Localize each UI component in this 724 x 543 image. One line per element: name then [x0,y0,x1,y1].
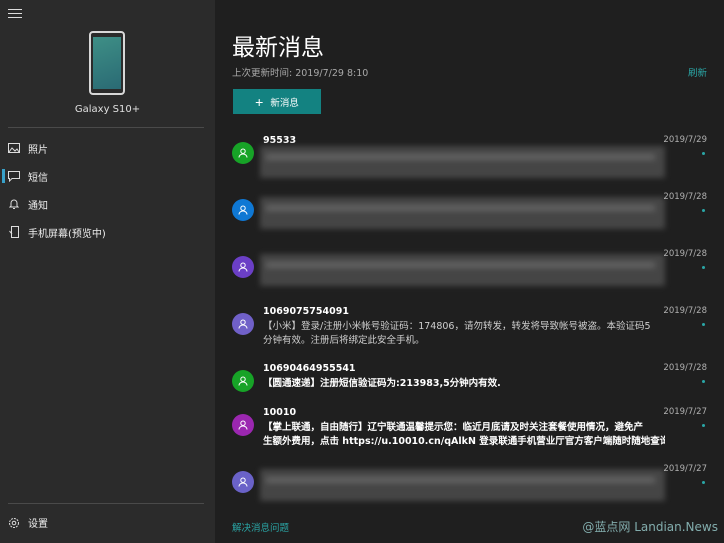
unread-dot [702,424,705,427]
page-title: 最新消息 [232,35,324,61]
troubleshoot-link[interactable]: 解决消息问题 [232,520,289,534]
sidebar: Galaxy S10+ 照片 短信 通知 手机屏幕(预览中) 设置 [0,0,215,543]
message-icon [8,170,20,182]
nav-item-photos[interactable]: 照片 [0,136,215,160]
preview-line: 生额外费用，点击 https://u.10010.cn/qAlkN 登录联通手机… [263,436,665,447]
phone-screen-icon [8,226,20,238]
conversation-item[interactable]: 1069075754091 【小米】登录/注册小米帐号验证码：174806，请勿转… [215,306,724,367]
nav-item-label: 通知 [28,200,48,212]
conversation-preview: 【小米】登录/注册小米帐号验证码：174806，请勿转发，转发将导致帐号被盗。本… [263,320,665,348]
conversation-date: 2019/7/27 [663,407,707,417]
conversation-date: 2019/7/27 [663,464,707,474]
conversation-item[interactable]: 2019/7/27 [215,464,724,525]
conversation-item[interactable]: 2019/7/28 [215,249,724,310]
bell-icon [8,198,20,210]
nav-item-label: 手机屏幕(预览中) [28,228,106,240]
avatar-person-icon [232,313,254,335]
conversation-date: 2019/7/28 [663,192,707,202]
new-message-label: 新消息 [270,97,299,109]
nav-item-notifications[interactable]: 通知 [0,192,215,216]
avatar-person-icon [232,414,254,436]
blurred-preview [260,254,665,286]
unread-dot [702,152,705,155]
blurred-preview [260,469,665,501]
preview-line: 【小米】登录/注册小米帐号验证码：174806，请勿转发，转发将导致帐号被盗。本… [263,321,651,332]
conversation-sender: 10690464955541 [263,363,356,374]
blurred-preview [260,146,665,178]
avatar-person-icon [232,142,254,164]
conversation-sender: 95533 [263,135,297,146]
gear-icon [8,517,20,529]
divider [8,503,204,504]
settings-label: 设置 [28,519,48,530]
unread-dot [702,266,705,269]
preview-line: 【圆通速递】注册短信验证码为:213983,5分钟内有效. [263,378,501,389]
divider [8,127,204,128]
nav-item-phone-screen[interactable]: 手机屏幕(预览中) [0,220,215,244]
unread-dot [702,481,705,484]
unread-dot [702,380,705,383]
photo-icon [8,142,20,154]
hamburger-menu-icon[interactable] [8,9,22,19]
avatar-person-icon [232,199,254,221]
avatar-person-icon [232,256,254,278]
conversation-date: 2019/7/28 [663,249,707,259]
preview-line: 【掌上联通，自由随行】辽宁联通温馨提示您：临近月底请及时关注套餐使用情况，避免产 [263,422,644,433]
nav-item-messages[interactable]: 短信 [0,164,215,188]
new-message-button[interactable]: + 新消息 [233,89,321,114]
unread-dot [702,209,705,212]
conversation-item[interactable]: 95533 2019/7/29 [215,135,724,196]
main-pane: 最新消息 上次更新时间: 2019/7/29 8:10 刷新 + 新消息 955… [215,0,724,543]
avatar-person-icon [232,471,254,493]
settings-button[interactable]: 设置 [8,515,48,530]
plus-icon: + [255,93,264,110]
blurred-preview [260,197,665,229]
conversation-sender: 10010 [263,407,297,418]
device-name: Galaxy S10+ [74,104,141,115]
conversation-item[interactable]: 10010 【掌上联通，自由随行】辽宁联通温馨提示您：临近月底请及时关注套餐使用情… [215,407,724,468]
refresh-link[interactable]: 刷新 [688,65,707,79]
unread-dot [702,323,705,326]
preview-line: 分钟有效。注册后将绑定此安全手机。 [263,335,425,346]
nav-item-label: 照片 [28,144,48,156]
phone-icon [89,31,125,95]
avatar-person-icon [232,370,254,392]
conversation-sender: 1069075754091 [263,306,349,317]
nav-item-label: 短信 [28,172,48,184]
conversation-preview: 【圆通速递】注册短信验证码为:213983,5分钟内有效. [263,377,665,391]
conversation-date: 2019/7/28 [663,363,707,373]
conversation-date: 2019/7/29 [663,135,707,145]
conversation-date: 2019/7/28 [663,306,707,316]
last-update-text: 上次更新时间: 2019/7/29 8:10 [232,68,369,79]
conversation-item[interactable]: 2019/7/28 [215,192,724,253]
watermark: @蓝点网 Landian.News [582,520,718,534]
conversation-preview: 【掌上联通，自由随行】辽宁联通温馨提示您：临近月底请及时关注套餐使用情况，避免产… [263,421,665,449]
